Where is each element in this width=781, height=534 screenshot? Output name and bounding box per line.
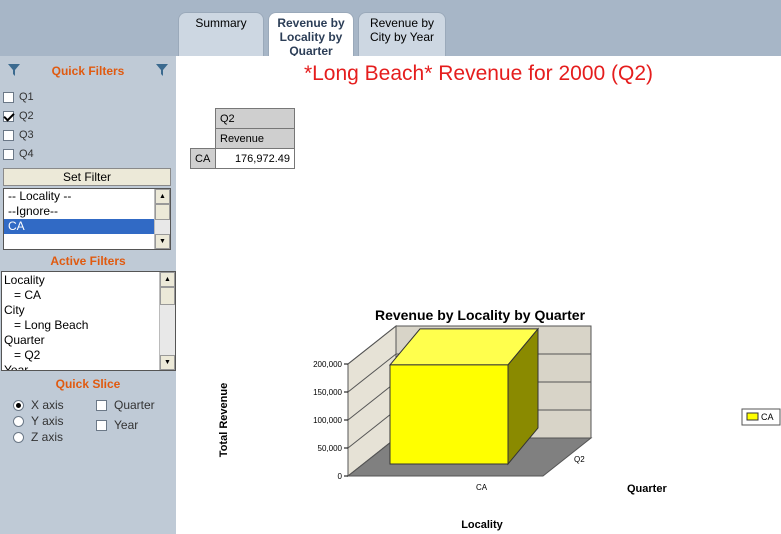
z-axis-label: Quarter <box>627 483 667 495</box>
axis-radio-z[interactable]: Z axis <box>13 429 63 445</box>
tab-summary[interactable]: Summary <box>178 12 264 56</box>
list-item: = CA <box>4 288 42 302</box>
data-table: Q2 Revenue CA 176,972.49 <box>190 108 295 169</box>
axis-label: X axis <box>31 398 64 412</box>
scroll-up-arrow-icon[interactable]: ▲ <box>160 272 175 287</box>
quarter-filter-q2[interactable]: Q2 <box>3 108 34 124</box>
axis-label: Z axis <box>31 430 64 444</box>
locality-scrollbar[interactable]: ▲ ▼ <box>154 189 170 249</box>
locality-listbox[interactable]: -- Locality -- --Ignore-- CA ▲ ▼ <box>3 188 171 250</box>
quick-slice-title: Quick Slice <box>55 377 121 391</box>
active-filters-box[interactable]: Locality = CA City = Long Beach Quarter = … <box>1 271 176 371</box>
y-axis-label: Total Revenue <box>218 383 230 457</box>
list-item: City <box>4 303 25 317</box>
row-header: CA <box>190 148 216 169</box>
active-filters-scrollbar[interactable]: ▲ ▼ <box>159 272 175 370</box>
tab-revenue-locality-label: Revenue by Locality by Quarter <box>277 16 345 56</box>
list-item[interactable]: --Ignore-- <box>4 204 154 219</box>
tab-summary-label: Summary <box>195 16 247 30</box>
slice-field-quarter[interactable]: Quarter <box>96 397 155 413</box>
scroll-down-arrow-icon[interactable]: ▼ <box>155 234 170 249</box>
legend-swatch <box>746 412 759 421</box>
radio-button[interactable] <box>13 415 24 427</box>
table-row: Q2 <box>191 108 295 129</box>
list-item: Year <box>4 363 29 371</box>
axis-radio-x[interactable]: X axis <box>13 397 64 413</box>
y-tick-label: 150,000 <box>313 388 342 397</box>
chart-title: Revenue by Locality by Quarter <box>375 307 586 323</box>
slice-field-label: Quarter <box>114 398 155 412</box>
z-tick-label: Q2 <box>574 455 585 464</box>
table-corner <box>191 109 216 129</box>
list-item: = Long Beach <box>4 318 89 332</box>
axis-radio-y[interactable]: Y axis <box>13 413 63 429</box>
checkbox[interactable] <box>3 129 14 141</box>
quarter-filter-q1[interactable]: Q1 <box>3 89 34 105</box>
x-axis-label: Locality <box>461 519 503 531</box>
checkbox[interactable] <box>3 148 14 160</box>
y-tick-label: 50,000 <box>318 444 343 453</box>
table-row: Revenue <box>191 128 295 149</box>
checkbox[interactable] <box>96 419 107 431</box>
list-item: = Q2 <box>4 348 41 362</box>
quick-filters-title: Quick Filters <box>51 64 125 78</box>
bar-ca[interactable] <box>389 364 509 465</box>
quarter-label: Q2 <box>19 110 34 122</box>
tab-revenue-by-locality-by-quarter[interactable]: Revenue by Locality by Quarter <box>268 12 354 56</box>
y-tick-label: 200,000 <box>313 360 342 369</box>
active-filters-title: Active Filters <box>50 254 126 268</box>
slice-field-label: Year <box>114 418 139 432</box>
active-filters-list: Locality = CA City = Long Beach Quarter = … <box>2 272 175 371</box>
quarter-label: Q3 <box>19 129 34 141</box>
checkbox[interactable] <box>3 91 14 103</box>
page-title: *Long Beach* Revenue for 2000 (Q2) <box>303 62 654 85</box>
tab-bar: Summary Revenue by Locality by Quarter R… <box>0 0 781 56</box>
scroll-thumb[interactable] <box>160 287 175 305</box>
x-tick-label: CA <box>476 483 488 492</box>
radio-button[interactable] <box>13 399 24 411</box>
quarter-label: Q4 <box>19 148 34 160</box>
revenue-cell: 176,972.49 <box>215 148 295 169</box>
filter-funnel-icon[interactable] <box>156 64 168 76</box>
slice-field-year[interactable]: Year <box>96 417 138 433</box>
scroll-thumb[interactable] <box>155 204 170 220</box>
list-item: Quarter <box>4 333 45 347</box>
radio-button[interactable] <box>13 431 24 443</box>
revenue-chart: Revenue by Locality by Quarter 0 50,000 100… <box>218 307 781 531</box>
quarter-label: Q1 <box>19 91 34 103</box>
checkbox[interactable] <box>96 399 107 411</box>
scroll-up-arrow-icon[interactable]: ▲ <box>155 189 170 204</box>
checkbox[interactable] <box>3 110 14 122</box>
table-corner <box>191 129 216 149</box>
tab-revenue-by-city-by-year[interactable]: Revenue by City by Year <box>358 12 446 56</box>
tab-revenue-city-label: Revenue by City by Year <box>369 16 435 44</box>
measure-header: Revenue <box>215 128 295 149</box>
locality-options: -- Locality -- --Ignore-- CA <box>4 189 170 234</box>
quarter-filter-q3[interactable]: Q3 <box>3 127 34 143</box>
list-item[interactable]: -- Locality -- <box>4 189 154 204</box>
axis-label: Y axis <box>31 414 64 428</box>
list-item[interactable]: CA <box>4 219 154 234</box>
column-header: Q2 <box>215 108 295 129</box>
y-tick-label: 0 <box>338 472 343 481</box>
scroll-down-arrow-icon[interactable]: ▼ <box>160 355 175 370</box>
quarter-filter-q4[interactable]: Q4 <box>3 146 34 162</box>
list-item: Locality <box>4 273 45 287</box>
legend-label: CA <box>761 412 774 422</box>
y-tick-label: 100,000 <box>313 416 342 425</box>
table-row: CA 176,972.49 <box>190 148 295 169</box>
set-filter-button[interactable]: Set Filter <box>3 168 171 186</box>
